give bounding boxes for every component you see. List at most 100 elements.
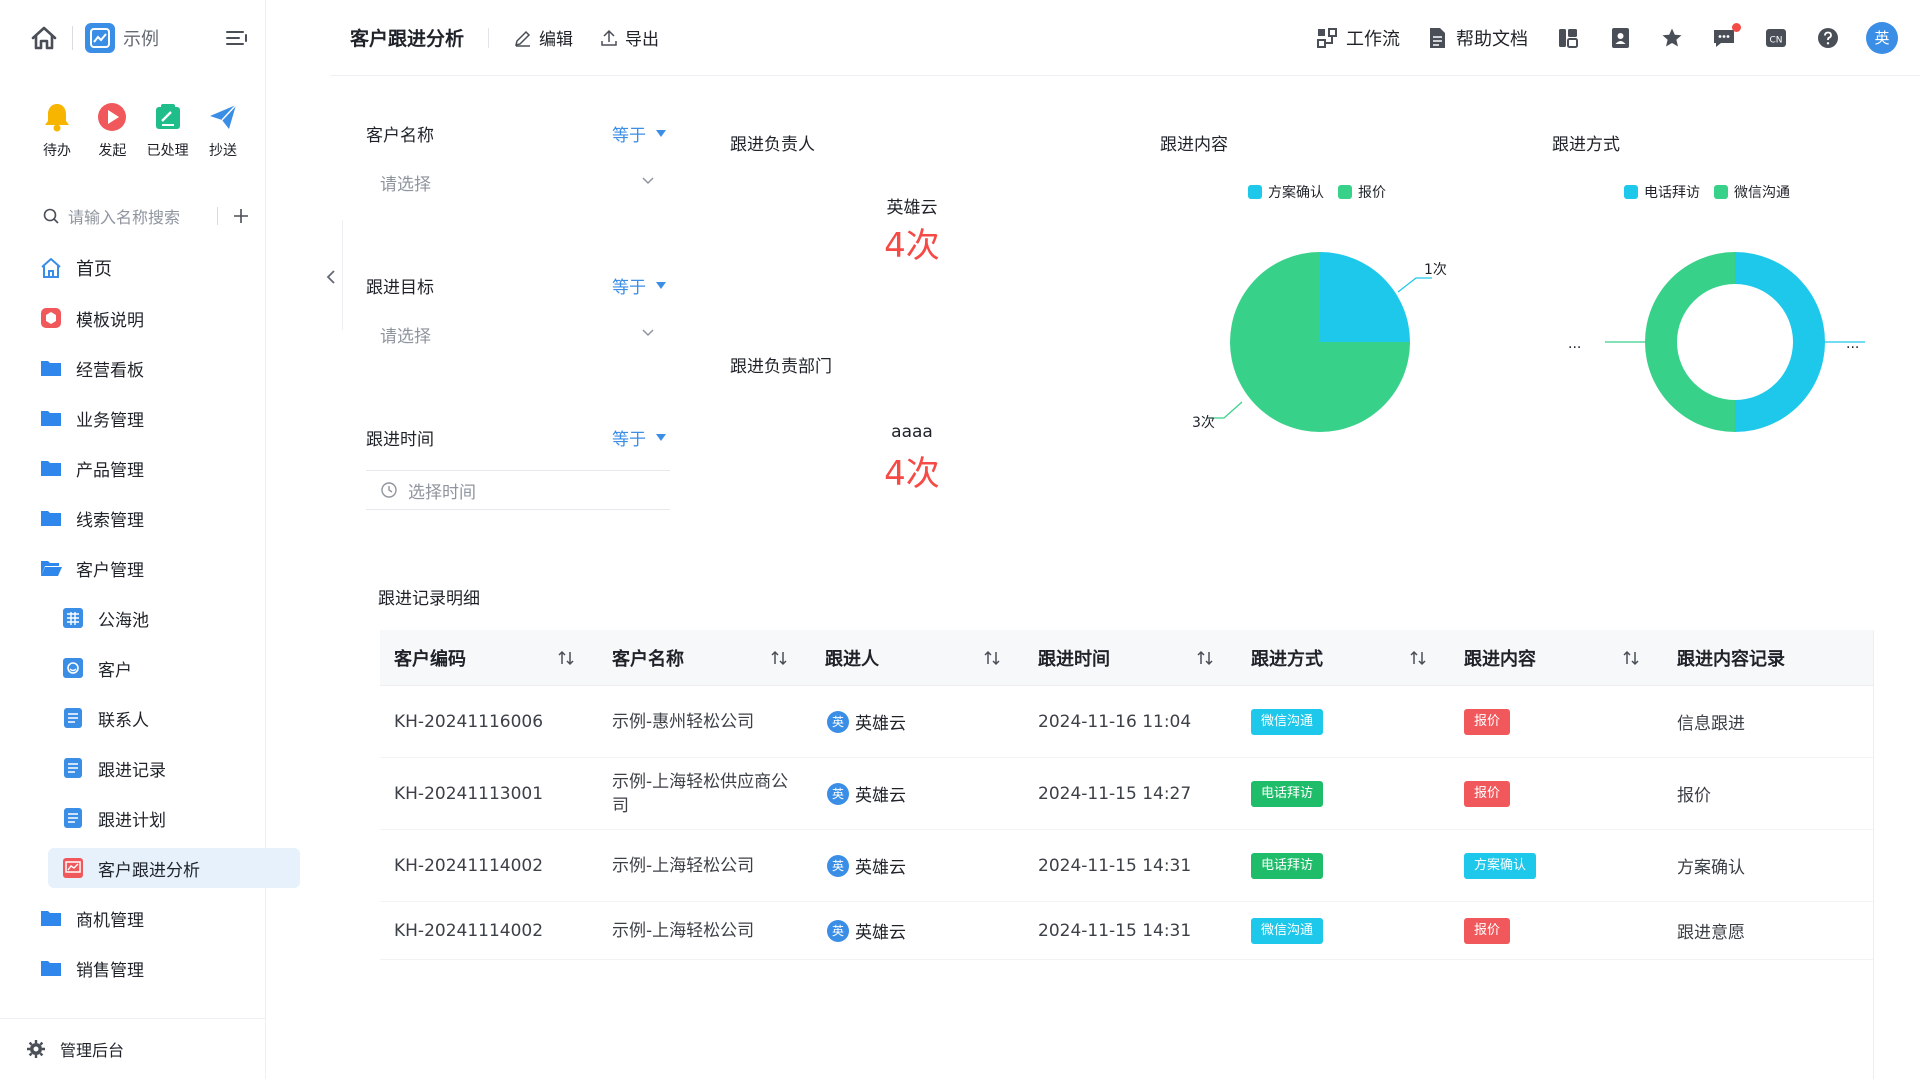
sidebar-search[interactable]: 请输入名称搜索 (42, 200, 252, 232)
sidebar-item-followup-analysis[interactable]: 客户跟进分析 (48, 848, 300, 888)
table-row[interactable]: KH-20241114002 示例-上海轻松公司 英英雄云 2024-11-15 14… (380, 902, 1874, 960)
legend-item[interactable]: 报价 (1338, 182, 1386, 202)
followup-time-picker[interactable]: 选择时间 (366, 470, 670, 510)
sort-icon[interactable] (556, 648, 576, 668)
operator-dropdown[interactable]: 等于 (612, 121, 666, 146)
table-body: KH-20241116006 示例-惠州轻松公司英英雄云 2024-11-16 11… (380, 686, 1874, 960)
table-row[interactable]: KH-20241116006 示例-惠州轻松公司 英英雄云 2024-11-16 11… (380, 686, 1874, 758)
quick-done[interactable]: 已处理 (141, 100, 195, 160)
legend-item[interactable]: 方案确认 (1248, 182, 1324, 202)
home-icon[interactable] (28, 22, 60, 54)
send-icon (206, 100, 240, 134)
column-header-record[interactable]: 跟进内容记录 (1663, 630, 1874, 686)
sidebar-collapse-icon[interactable] (323, 262, 339, 292)
star-icon[interactable] (1658, 24, 1686, 52)
content-chart-legend: 方案确认 报价 (1248, 182, 1400, 202)
sidebar-item-business[interactable]: 业务管理 (28, 398, 302, 438)
folder-icon (38, 355, 64, 381)
user-chip[interactable]: 英英雄云 (827, 918, 906, 943)
user-avatar[interactable]: 英 (1866, 21, 1898, 54)
sort-icon[interactable] (769, 648, 789, 668)
message-icon[interactable] (1710, 22, 1741, 52)
column-header-method[interactable]: 跟进方式 (1237, 630, 1450, 686)
sort-icon[interactable] (1621, 648, 1641, 668)
followup-target-select[interactable]: 请选择 (366, 312, 670, 356)
cell-record: 信息跟进 (1677, 714, 1745, 734)
chart-board-icon (60, 855, 86, 881)
add-icon[interactable] (230, 205, 252, 227)
pie-slice-方案确认 (1320, 252, 1410, 342)
sidebar-item-contacts[interactable]: 联系人 (28, 698, 302, 738)
slice-label-large: 3次 (1192, 415, 1215, 431)
quick-cc[interactable]: 抄送 (196, 100, 250, 160)
sidebar-item-label: 产品管理 (76, 460, 144, 481)
select-placeholder: 请选择 (380, 174, 431, 195)
workflow-link[interactable]: 工作流 (1316, 25, 1400, 51)
clock-icon (381, 482, 397, 498)
sidebar-item-public-pool[interactable]: 公海池 (28, 598, 302, 638)
sidebar-item-label: 经营看板 (76, 360, 144, 381)
cell-time: 2024-11-15 14:27 (1038, 783, 1192, 804)
column-header-user[interactable]: 跟进人 (811, 630, 1024, 686)
sidebar-item-template[interactable]: 模板说明 (28, 298, 302, 338)
sidebar-nav: 首页 模板说明 经营看板 业务管理 产品管理 线索管理 客户管理 公海池 客户 … (28, 248, 302, 998)
quick-todo[interactable]: 待办 (30, 100, 84, 160)
language-icon[interactable]: CN (1762, 24, 1790, 52)
search-input[interactable]: 请输入名称搜索 (68, 204, 205, 228)
layout-icon[interactable] (1554, 24, 1582, 52)
column-header-label: 跟进时间 (1038, 648, 1110, 670)
gear-icon (27, 1040, 45, 1058)
legend-item[interactable]: 微信沟通 (1714, 182, 1790, 202)
legend-item[interactable]: 电话拜访 (1624, 182, 1700, 202)
column-header-code[interactable]: 客户编码 (380, 630, 598, 686)
user-chip[interactable]: 英英雄云 (827, 709, 906, 734)
content-pie-chart (1208, 252, 1432, 432)
contacts-book-icon[interactable] (1606, 24, 1634, 52)
quick-start[interactable]: 发起 (85, 100, 139, 160)
sort-icon[interactable] (982, 648, 1002, 668)
slice-label-right: ... (1846, 336, 1860, 352)
user-chip[interactable]: 英英雄云 (827, 781, 906, 806)
edit-icon (514, 30, 531, 47)
operator-dropdown[interactable]: 等于 (612, 425, 666, 450)
sidebar-item-home[interactable]: 首页 (28, 248, 302, 288)
sidebar-item-dashboard[interactable]: 经营看板 (28, 348, 302, 388)
cell-content: 报价 (1450, 780, 1663, 807)
caret-down-icon (656, 433, 666, 441)
sidebar-item-label: 业务管理 (76, 410, 144, 431)
table-row[interactable]: KH-20241114002 示例-上海轻松公司 英英雄云 2024-11-15 14… (380, 830, 1874, 902)
sidebar-item-sales[interactable]: 销售管理 (28, 948, 302, 988)
quick-actions: 待办 发起 已处理 抄送 (20, 100, 260, 160)
sidebar-item-customer[interactable]: 客户管理 (28, 548, 302, 588)
operator-dropdown[interactable]: 等于 (612, 273, 666, 298)
cell-method: 微信沟通 (1237, 708, 1450, 735)
help-icon[interactable] (1814, 24, 1842, 52)
sort-icon[interactable] (1408, 648, 1428, 668)
sidebar-item-followup-records[interactable]: 跟进记录 (28, 748, 302, 788)
sidebar-item-opportunity[interactable]: 商机管理 (28, 898, 302, 938)
edit-button[interactable]: 编辑 (513, 25, 573, 50)
user-avatar: 英 (827, 782, 849, 805)
menu-collapse-icon[interactable] (223, 24, 251, 52)
column-header-time[interactable]: 跟进时间 (1024, 630, 1237, 686)
followup-records-table: 客户编码 客户名称 跟进人 跟进时间 跟进方式 跟进内容 跟进内容记录 KH-2… (380, 630, 1874, 960)
sidebar-item-label: 模板说明 (76, 310, 144, 331)
legend-label: 微信沟通 (1734, 185, 1790, 201)
sidebar-item-leads[interactable]: 线索管理 (28, 498, 302, 538)
export-button[interactable]: 导出 (599, 25, 659, 50)
sidebar-item-customer-list[interactable]: 客户 (28, 648, 302, 688)
content-badge: 报价 (1464, 917, 1511, 944)
table-row[interactable]: KH-20241113001 示例-上海轻松供应商公司 英英雄云 2024-11-15… (380, 758, 1874, 830)
user-avatar: 英 (827, 919, 849, 942)
user-chip[interactable]: 英英雄云 (827, 853, 906, 878)
sidebar-item-label: 首页 (76, 259, 112, 280)
admin-link[interactable]: 管理后台 (0, 1018, 266, 1079)
sidebar-item-product[interactable]: 产品管理 (28, 448, 302, 488)
customer-name-select[interactable]: 请选择 (366, 160, 670, 204)
help-docs-link[interactable]: 帮助文档 (1426, 25, 1528, 51)
content-chart-title: 跟进内容 (1160, 135, 1228, 155)
sort-icon[interactable] (1195, 648, 1215, 668)
column-header-name[interactable]: 客户名称 (598, 630, 811, 686)
sidebar-item-followup-plan[interactable]: 跟进计划 (28, 798, 302, 838)
column-header-content[interactable]: 跟进内容 (1450, 630, 1663, 686)
